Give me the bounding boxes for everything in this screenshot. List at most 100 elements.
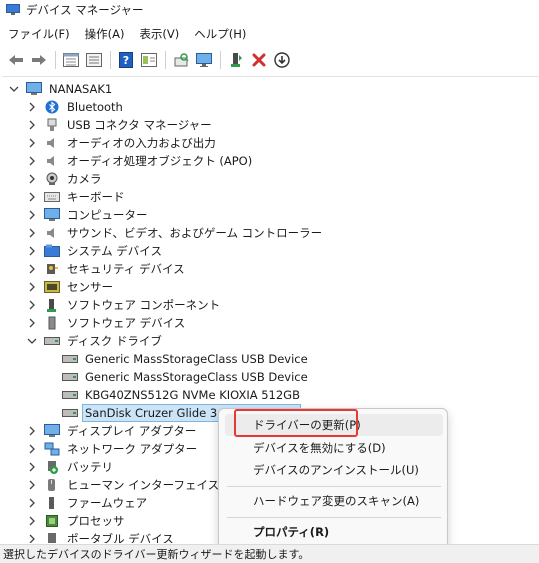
tree-item-label: ソフトウェア コンポーネント — [67, 298, 221, 312]
chevron-right-icon[interactable] — [26, 263, 38, 275]
tree-item-label: センサー — [67, 280, 113, 294]
chevron-down-icon[interactable] — [26, 335, 38, 347]
chevron-right-icon[interactable] — [26, 479, 38, 491]
software-component-icon — [44, 298, 60, 312]
help-icon[interactable]: ? — [116, 50, 136, 70]
disk-drive-icon — [62, 370, 78, 384]
menu-file[interactable]: ファイル(F) — [0, 24, 77, 44]
remove-x-icon[interactable] — [249, 50, 269, 70]
tree-item-audio-apo[interactable]: オーディオ処理オブジェクト (APO) — [26, 152, 254, 170]
tree-item-camera[interactable]: カメラ — [26, 170, 104, 188]
panel-icon[interactable] — [139, 50, 159, 70]
menu-view[interactable]: 表示(V) — [131, 24, 186, 44]
battery-icon — [44, 460, 60, 474]
tree-root[interactable]: NANASAK1 — [8, 80, 114, 98]
status-text: 選択したデバイスのドライバー更新ウィザードを起動します。 — [3, 548, 310, 561]
tree-item-software-device[interactable]: ソフトウェア デバイス — [26, 314, 187, 332]
speaker-icon — [44, 154, 60, 168]
chevron-right-icon[interactable] — [26, 443, 38, 455]
disk-item-label: KBG40ZNS512G NVMe KIOXIA 512GB — [85, 388, 300, 402]
chevron-right-icon[interactable] — [26, 173, 38, 185]
chevron-right-icon[interactable] — [26, 155, 38, 167]
tree-item-sensor[interactable]: センサー — [26, 278, 115, 296]
menu-properties[interactable]: プロパティ(R) — [225, 521, 443, 543]
update-driver-highlight — [234, 409, 358, 437]
menu-help[interactable]: ヘルプ(H) — [186, 24, 253, 44]
bluetooth-icon — [44, 100, 60, 114]
chevron-right-icon[interactable] — [26, 497, 38, 509]
chevron-right-icon[interactable] — [26, 137, 38, 149]
menu-uninstall-device[interactable]: デバイスのアンインストール(U) — [225, 459, 443, 481]
menu-action[interactable]: 操作(A) — [77, 24, 132, 44]
menu-scan-hardware[interactable]: ハードウェア変更のスキャン(A) — [225, 490, 443, 512]
title-bar: デバイス マネージャー — [0, 0, 539, 20]
chevron-right-icon[interactable] — [26, 281, 38, 293]
tree-item-sound[interactable]: サウンド、ビデオ、およびゲーム コントローラー — [26, 224, 324, 242]
chevron-down-icon[interactable] — [8, 83, 20, 95]
toolbar-separator — [220, 51, 221, 69]
tree-item-processor[interactable]: プロセッサ — [26, 512, 127, 530]
device-manager-app-icon — [6, 4, 20, 16]
chevron-right-icon[interactable] — [26, 317, 38, 329]
tree-item-display[interactable]: ディスプレイ アダプター — [26, 422, 198, 440]
tree-item-label: Bluetooth — [67, 100, 123, 114]
tree-item-computer[interactable]: コンピューター — [26, 206, 150, 224]
disk-item[interactable]: Generic MassStorageClass USB Device — [62, 368, 310, 386]
speaker-icon — [44, 226, 60, 240]
disk-drive-icon — [62, 388, 78, 402]
tree-item-label: ディスプレイ アダプター — [67, 424, 197, 438]
chevron-right-icon[interactable] — [26, 533, 38, 543]
add-driver-icon[interactable] — [226, 50, 246, 70]
tree-item-disk-drives[interactable]: ディスク ドライブ — [26, 332, 164, 350]
tree-item-network[interactable]: ネットワーク アダプター — [26, 440, 199, 458]
back-arrow-icon[interactable] — [6, 50, 26, 70]
tree-item-audio-io[interactable]: オーディオの入力および出力 — [26, 134, 218, 152]
chevron-right-icon[interactable] — [26, 245, 38, 257]
tree-item-security[interactable]: セキュリティ デバイス — [26, 260, 187, 278]
toolbar: ? — [0, 47, 539, 73]
tree-item-portable[interactable]: ポータブル デバイス — [26, 530, 176, 543]
firmware-icon — [44, 496, 60, 510]
tree-item-usb-connector[interactable]: USB コネクタ マネージャー — [26, 116, 214, 134]
tree-item-label: バッテリ — [67, 460, 113, 474]
portable-device-icon — [44, 532, 60, 543]
system-folder-icon — [44, 244, 60, 258]
monitor-icon — [44, 208, 60, 222]
properties-grid-icon[interactable] — [61, 50, 81, 70]
tree-item-keyboard[interactable]: キーボード — [26, 188, 127, 206]
tree-item-bluetooth[interactable]: Bluetooth — [26, 98, 125, 116]
disk-item[interactable]: KBG40ZNS512G NVMe KIOXIA 512GB — [62, 386, 302, 404]
tree-item-label: キーボード — [67, 190, 125, 204]
sensor-icon — [44, 280, 60, 294]
disk-item-label: Generic MassStorageClass USB Device — [85, 370, 308, 384]
scan-hardware-icon[interactable] — [171, 50, 191, 70]
menu-separator — [227, 486, 441, 487]
tree-item-software-component[interactable]: ソフトウェア コンポーネント — [26, 296, 222, 314]
chevron-right-icon[interactable] — [26, 461, 38, 473]
chevron-right-icon[interactable] — [26, 209, 38, 221]
monitor-icon[interactable] — [194, 50, 214, 70]
chevron-right-icon[interactable] — [26, 119, 38, 131]
chevron-right-icon[interactable] — [26, 425, 38, 437]
chevron-right-icon[interactable] — [26, 515, 38, 527]
tree-item-label: プロセッサ — [67, 514, 125, 528]
forward-arrow-icon[interactable] — [29, 50, 49, 70]
update-list-icon[interactable] — [84, 50, 104, 70]
tree-item-firmware[interactable]: ファームウェア — [26, 494, 149, 512]
tree-item-system[interactable]: システム デバイス — [26, 242, 164, 260]
tree-item-label: ソフトウェア デバイス — [67, 316, 186, 330]
chevron-right-icon[interactable] — [26, 191, 38, 203]
keyboard-icon — [44, 190, 60, 204]
disk-item[interactable]: Generic MassStorageClass USB Device — [62, 350, 310, 368]
hid-icon — [44, 478, 60, 492]
tree-item-label: ポータブル デバイス — [67, 532, 174, 543]
download-circle-icon[interactable] — [272, 50, 292, 70]
chevron-right-icon[interactable] — [26, 299, 38, 311]
tree-item-label: ネットワーク アダプター — [67, 442, 198, 456]
tree-item-label: オーディオ処理オブジェクト (APO) — [67, 154, 253, 168]
chevron-right-icon[interactable] — [26, 101, 38, 113]
tree-item-battery[interactable]: バッテリ — [26, 458, 115, 476]
chevron-right-icon[interactable] — [26, 227, 38, 239]
monitor-icon — [44, 424, 60, 438]
menu-disable-device[interactable]: デバイスを無効にする(D) — [225, 437, 443, 459]
